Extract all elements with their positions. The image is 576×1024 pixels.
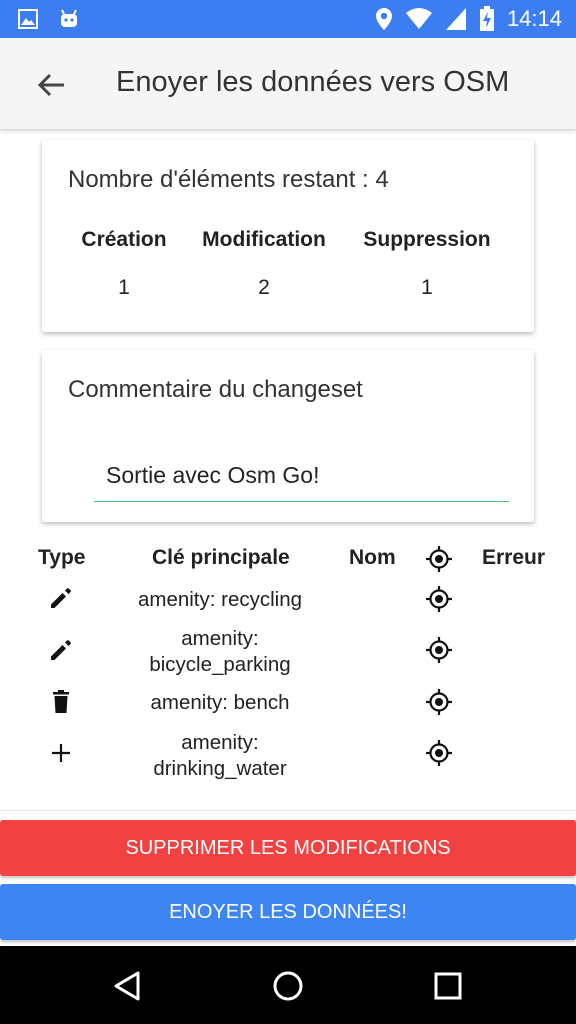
stat-suppression: Suppression 1 (362, 228, 492, 300)
row-key-line: drinking_water (153, 757, 287, 780)
stat-value: 1 (421, 276, 433, 299)
header-type: Type (38, 546, 86, 569)
clock: 14:14 (506, 6, 562, 31)
summary-card: Nombre d'éléments restant : 4 Création 1… (42, 140, 534, 332)
header-key: Clé principale (152, 546, 290, 569)
stat-header: Création (81, 228, 167, 251)
header-name: Nom (349, 546, 396, 569)
row-key: amenity: recycling (137, 588, 303, 611)
target-icon[interactable] (426, 586, 452, 612)
table-row: amenity: recycling (0, 585, 576, 615)
trash-icon (53, 690, 69, 713)
battery-charging-icon (479, 6, 494, 31)
row-key: amenity: drinking_water (120, 730, 320, 782)
changeset-card: Commentaire du changeset (42, 350, 534, 522)
arrow-back-icon[interactable] (30, 64, 72, 106)
system-nav-bar (0, 946, 576, 1024)
target-icon[interactable] (426, 637, 452, 663)
app-bar: Enoyer les données vers OSM (0, 38, 576, 130)
home-circle-icon[interactable] (270, 968, 306, 1004)
status-bar: 14:14 (0, 0, 576, 38)
target-icon[interactable] (426, 546, 452, 572)
android-icon (61, 9, 77, 27)
recents-square-icon[interactable] (430, 968, 466, 1004)
row-key-line: amenity: (181, 731, 259, 754)
divider (0, 810, 576, 811)
pencil-icon (51, 640, 71, 660)
table-row: amenity: drinking_water (0, 729, 576, 785)
plus-icon (52, 744, 70, 762)
stat-value: 1 (118, 276, 130, 299)
pencil-icon (51, 588, 71, 608)
target-icon[interactable] (426, 689, 452, 715)
delete-changes-button[interactable]: SUPPRIMER LES MODIFICATIONS (0, 820, 576, 876)
image-icon (18, 9, 38, 29)
row-key-line: bicycle_parking (149, 653, 291, 676)
header-error: Erreur (482, 546, 546, 569)
stat-creation: Création 1 (76, 228, 172, 300)
back-triangle-icon[interactable] (110, 968, 146, 1004)
stat-value: 2 (258, 276, 270, 299)
changeset-comment-input[interactable] (94, 450, 509, 502)
signal-icon (445, 8, 466, 30)
target-icon[interactable] (426, 740, 452, 766)
send-data-button[interactable]: ENOYER LES DONNÉES! (0, 884, 576, 940)
wifi-icon (405, 8, 432, 29)
table-row: amenity: bicycle_parking (0, 625, 576, 681)
stat-header: Suppression (363, 228, 491, 251)
table-row: amenity: bench (0, 689, 576, 719)
row-key: amenity: bicycle_parking (120, 626, 320, 678)
row-key: amenity: bench (150, 691, 290, 714)
row-key-line: amenity: (181, 627, 259, 650)
page-title: Enoyer les données vers OSM (116, 66, 510, 98)
location-icon (375, 8, 392, 30)
changeset-label: Commentaire du changeset (68, 376, 363, 403)
stat-modification: Modification 2 (200, 228, 328, 300)
remaining-count: Nombre d'éléments restant : 4 (68, 166, 389, 193)
stat-header: Modification (202, 228, 326, 251)
